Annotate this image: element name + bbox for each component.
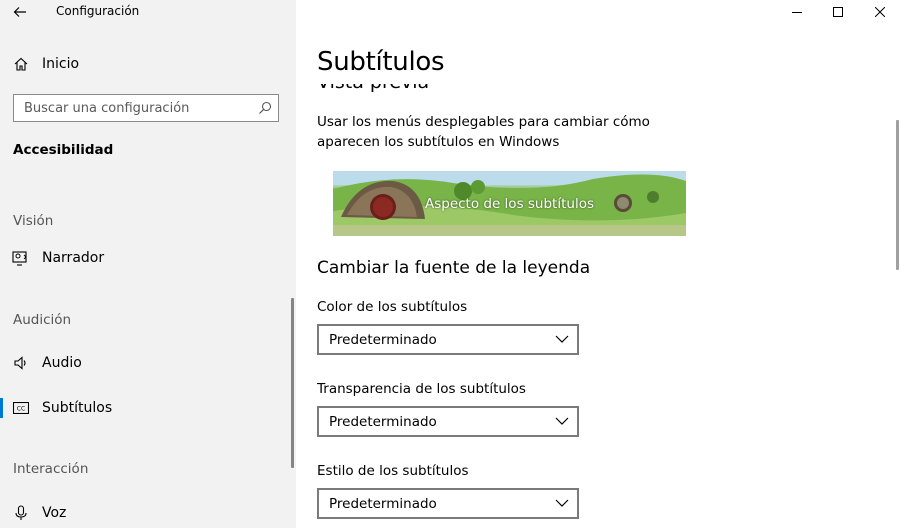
sidebar-item-voice[interactable]: Voz xyxy=(0,497,296,528)
microphone-icon xyxy=(12,504,30,522)
chevron-down-icon xyxy=(555,499,569,507)
svg-text:CC: CC xyxy=(17,406,25,413)
maximize-button[interactable] xyxy=(815,0,861,24)
font-section-heading: Cambiar la fuente de la leyenda xyxy=(317,258,591,278)
description-text: Usar los menús desplegables para cambiar… xyxy=(317,114,650,150)
narrator-icon xyxy=(12,249,30,267)
group-header-hearing: Audición xyxy=(13,312,72,328)
caption-transparency-label: Transparencia de los subtítulos xyxy=(317,381,526,397)
minimize-icon xyxy=(792,12,802,13)
maximize-icon xyxy=(833,7,843,17)
caption-style-dropdown[interactable]: Predeterminado xyxy=(317,488,579,519)
caption-style-label: Estilo de los subtítulos xyxy=(317,463,469,479)
home-icon xyxy=(12,55,30,73)
back-button[interactable] xyxy=(10,0,30,24)
preview-heading: Vista previa xyxy=(317,84,429,93)
closed-captions-icon: CC xyxy=(12,399,30,417)
caption-transparency-dropdown[interactable]: Predeterminado xyxy=(317,406,579,437)
sidebar-item-label: Subtítulos xyxy=(42,400,113,416)
search-box[interactable] xyxy=(13,94,279,122)
back-arrow-icon xyxy=(13,7,26,17)
close-icon xyxy=(875,7,885,17)
chevron-down-icon xyxy=(555,335,569,343)
search-input[interactable] xyxy=(24,95,254,121)
sidebar-item-label: Inicio xyxy=(42,56,80,72)
current-section-heading: Accesibilidad xyxy=(13,142,114,158)
page-title: Subtítulos xyxy=(317,47,445,77)
search-icon[interactable] xyxy=(258,101,272,115)
minimize-button[interactable] xyxy=(774,0,820,24)
chevron-down-icon xyxy=(555,417,569,425)
close-button[interactable] xyxy=(857,0,900,24)
sidebar-item-narrator[interactable]: Narrador xyxy=(0,242,296,274)
selection-indicator xyxy=(0,398,3,418)
sidebar-item-home[interactable]: Inicio xyxy=(0,48,296,80)
app-title: Configuración xyxy=(56,4,140,18)
sidebar: Configuración Inicio Accesibilidad Visió… xyxy=(0,0,296,528)
subtitle-preview-image: Aspecto de los subtítulos xyxy=(333,171,686,236)
sidebar-scrollbar[interactable] xyxy=(291,298,294,468)
sidebar-item-label: Audio xyxy=(42,355,82,371)
dropdown-value: Predeterminado xyxy=(329,331,437,348)
speaker-icon xyxy=(12,354,30,372)
sidebar-item-audio[interactable]: Audio xyxy=(0,347,296,379)
group-header-vision: Visión xyxy=(13,213,54,229)
sidebar-item-label: Voz xyxy=(42,505,67,521)
content-scrollbar[interactable] xyxy=(896,120,899,270)
dropdown-value: Predeterminado xyxy=(329,495,437,512)
content-scroll-area: Vista previa Usar los menús desplegables… xyxy=(296,84,896,528)
sidebar-item-label: Narrador xyxy=(42,250,105,266)
preview-caption: Aspecto de los subtítulos xyxy=(424,196,594,212)
sidebar-item-subtitles[interactable]: CC Subtítulos xyxy=(0,392,296,424)
caption-color-label: Color de los subtítulos xyxy=(317,299,468,315)
group-header-interaction: Interacción xyxy=(13,461,89,477)
dropdown-value: Predeterminado xyxy=(329,413,437,430)
caption-color-dropdown[interactable]: Predeterminado xyxy=(317,324,579,355)
